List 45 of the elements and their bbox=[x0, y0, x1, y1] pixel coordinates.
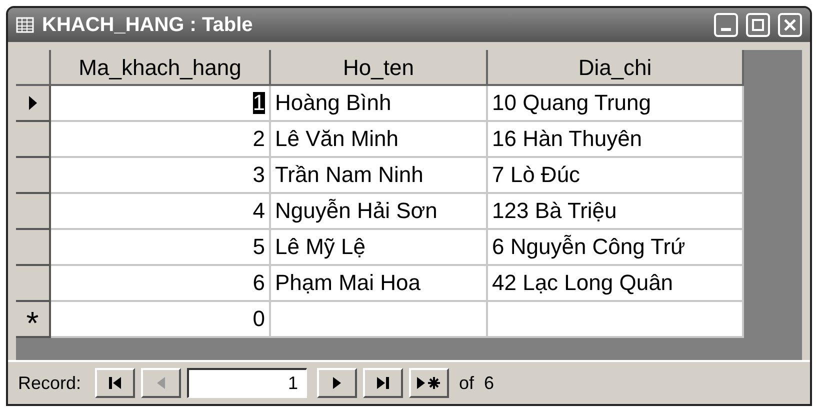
window-title: KHACH_HANG : Table bbox=[42, 13, 254, 38]
table-cell: Lê Mỹ Lệ bbox=[271, 230, 488, 266]
table-cell: Lê Văn Minh bbox=[271, 122, 488, 158]
table-cell: 5 bbox=[252, 236, 265, 258]
table-icon bbox=[16, 17, 34, 33]
table-cell: 123 Bà Triệu bbox=[488, 194, 744, 230]
previous-record-icon bbox=[156, 375, 166, 391]
new-record-button[interactable] bbox=[409, 368, 450, 398]
table-cell: 3 bbox=[252, 164, 265, 186]
table-cell: 6 bbox=[252, 272, 265, 294]
table-cell: 7 Lò Đúc bbox=[488, 158, 744, 194]
table-cell: Trần Nam Ninh bbox=[271, 158, 488, 194]
table-cell: 10 Quang Trung bbox=[488, 86, 744, 122]
maximize-icon bbox=[752, 19, 764, 31]
next-record-icon bbox=[332, 375, 342, 391]
minimize-icon bbox=[721, 28, 731, 31]
table-cell: 0 bbox=[51, 302, 271, 338]
row-selector[interactable] bbox=[16, 86, 51, 122]
first-record-button[interactable] bbox=[95, 368, 136, 398]
new-record-icon bbox=[416, 375, 442, 391]
table-cell: 4 bbox=[252, 200, 265, 222]
last-record-icon bbox=[375, 375, 392, 391]
last-record-button[interactable] bbox=[363, 368, 404, 398]
table-cell: Nguyễn Hải Sơn bbox=[271, 194, 488, 230]
next-record-button[interactable] bbox=[317, 368, 358, 398]
new-record-marker: * bbox=[16, 302, 51, 338]
maximize-button[interactable] bbox=[746, 13, 770, 37]
first-record-icon bbox=[107, 375, 124, 391]
column-header[interactable]: Ho_ten bbox=[271, 50, 488, 86]
table-cell: Hoàng Bình bbox=[271, 86, 488, 122]
table-cell: 2 bbox=[252, 128, 265, 150]
record-number-field[interactable]: 1 bbox=[187, 368, 308, 398]
table-cell: 42 Lạc Long Quân bbox=[488, 266, 744, 302]
minimize-button[interactable] bbox=[714, 13, 738, 37]
close-button[interactable] bbox=[778, 13, 802, 37]
table-cell: 16 Hàn Thuyên bbox=[488, 122, 744, 158]
table-cell: 6 Nguyễn Công Trứ bbox=[488, 230, 744, 266]
table-cell: Phạm Mai Hoa bbox=[271, 266, 488, 302]
table-cell: 1 bbox=[252, 92, 265, 114]
close-icon bbox=[784, 19, 796, 31]
record-label: Record: bbox=[18, 372, 82, 394]
record-count: of 6 bbox=[459, 372, 494, 394]
column-header[interactable]: Ma_khach_hang bbox=[51, 50, 271, 86]
column-header[interactable]: Dia_chi bbox=[488, 50, 744, 86]
current-record-icon bbox=[28, 95, 38, 111]
